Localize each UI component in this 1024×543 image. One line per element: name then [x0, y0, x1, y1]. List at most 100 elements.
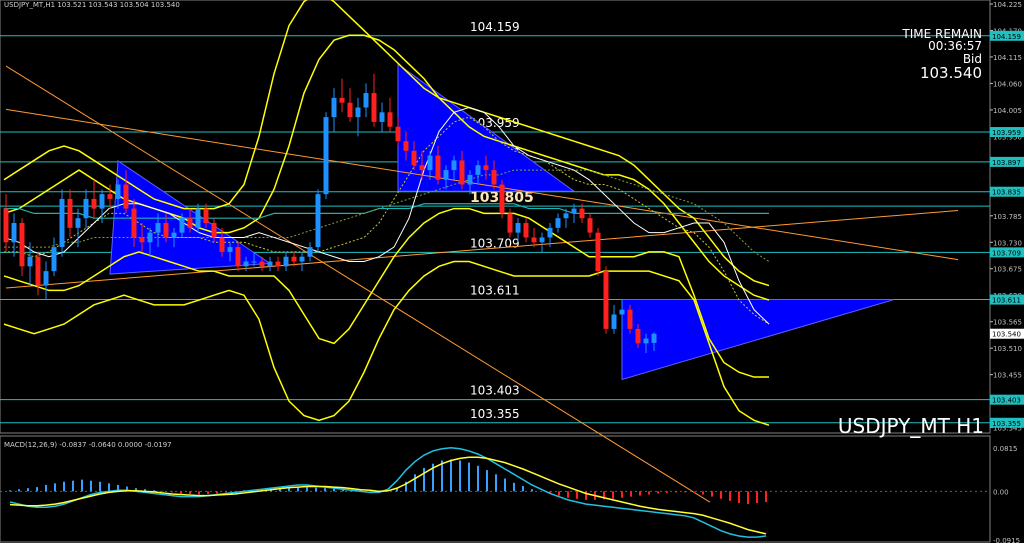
candle-body [107, 194, 113, 199]
candle-body [315, 194, 321, 248]
candle-body [19, 223, 25, 267]
price-tick-label: 103.730 [993, 239, 1022, 247]
price-tick-label: 103.675 [993, 266, 1022, 274]
pattern-triangle [621, 299, 895, 381]
candle-body [131, 208, 137, 238]
level-label: 104.159 [470, 20, 520, 34]
candle-body [267, 261, 273, 267]
level-price-tag-label: 103.897 [992, 159, 1021, 167]
price-tick-label: 103.785 [993, 213, 1022, 221]
candle-body [635, 328, 641, 344]
candle-body [395, 126, 401, 142]
candle-body [219, 237, 225, 252]
candle-body [467, 174, 473, 185]
candle-body [3, 208, 9, 243]
candle-body [379, 112, 385, 122]
candle-body [195, 208, 201, 228]
candle-body [371, 93, 377, 122]
candle-body [387, 112, 393, 127]
candle-body [651, 333, 657, 343]
candle-body [611, 314, 617, 329]
candle-body [523, 223, 529, 238]
candle-body [475, 165, 481, 175]
candle-body [331, 97, 337, 118]
candle-body [99, 194, 105, 209]
candle-body [11, 223, 17, 243]
candle-body [499, 184, 505, 214]
candle-body [459, 160, 465, 185]
candle-body [27, 256, 33, 267]
candle-body [91, 198, 97, 209]
macd-signal-line [9, 456, 767, 535]
level-label: 103.355 [470, 407, 520, 421]
candle-body [435, 155, 441, 180]
price-tick-label: 104.115 [993, 54, 1022, 62]
candle-body [299, 256, 305, 262]
price-tick-label: 104.005 [993, 107, 1022, 115]
level-price-tag-label: 103.355 [992, 420, 1021, 428]
candle-body [163, 223, 169, 238]
candle-body [587, 218, 593, 233]
macd-tick-label: -0.0915 [993, 537, 1020, 543]
level-label: 103.611 [470, 284, 520, 298]
candle-body [59, 198, 65, 248]
candle-body [579, 208, 585, 219]
macd-line [9, 446, 767, 538]
price-tick-label: 104.060 [993, 80, 1022, 88]
candle-body [619, 309, 625, 315]
candle-body [275, 261, 281, 267]
candle-body [75, 218, 81, 228]
candle-body [227, 247, 233, 252]
candle-body [571, 208, 577, 214]
candle-body [539, 237, 545, 243]
main-header: USDJPY_MT,H1 103.521 103.543 103.504 103… [4, 1, 180, 9]
candle-body [531, 237, 537, 243]
candle-body [291, 256, 297, 262]
level-price-tag-label: 103.611 [992, 297, 1021, 305]
chart-canvas: 104.159103.959103.897103.835103.805103.7… [0, 0, 1024, 543]
candle-body [595, 232, 601, 272]
candle-body [259, 261, 265, 267]
candle-body [307, 247, 313, 257]
candle-body [115, 184, 121, 199]
candle-body [251, 261, 257, 263]
time-remain-value: 00:36:57 [928, 39, 982, 53]
candle-body [643, 338, 649, 344]
candle-body [443, 170, 449, 180]
level-price-tag-label: 104.159 [992, 33, 1021, 41]
candle-body [419, 165, 425, 171]
candle-body [283, 256, 289, 267]
candle-body [347, 102, 353, 118]
price-tick-label: 103.510 [993, 345, 1022, 353]
level-price-tag-label: 103.403 [992, 397, 1021, 405]
candle-body [203, 208, 209, 224]
candle-body [555, 218, 561, 228]
candle-body [35, 256, 41, 286]
level-price-tag-label: 103.709 [992, 249, 1021, 257]
candle-body [211, 223, 217, 238]
candle-body [43, 271, 49, 286]
level-label: 103.403 [470, 384, 520, 398]
candle-body [547, 227, 553, 238]
candle-body [179, 218, 185, 233]
candle-body [67, 198, 73, 228]
candle-body [403, 141, 409, 151]
candle-body [187, 218, 193, 228]
candle-body [491, 170, 497, 185]
candle-body [147, 232, 153, 243]
candle-body [171, 232, 177, 238]
candle-body [563, 213, 569, 219]
symbol-label: USDJPY_MT H1 [837, 414, 984, 438]
macd-tick-label: 0.0815 [993, 445, 1018, 453]
candle-body [627, 309, 633, 329]
macd-header: MACD(12,26,9) -0.0837 -0.0640 0.0000 -0.… [4, 441, 172, 449]
macd-tick-label: 0.00 [993, 488, 1009, 496]
candle-body [339, 97, 345, 103]
candle-body [355, 107, 361, 118]
price-tick-label: 103.565 [993, 319, 1022, 327]
candle-body [155, 223, 161, 233]
candle-body [243, 261, 249, 267]
candle-body [507, 213, 513, 233]
candle-body [515, 223, 521, 233]
candle-body [603, 271, 609, 329]
